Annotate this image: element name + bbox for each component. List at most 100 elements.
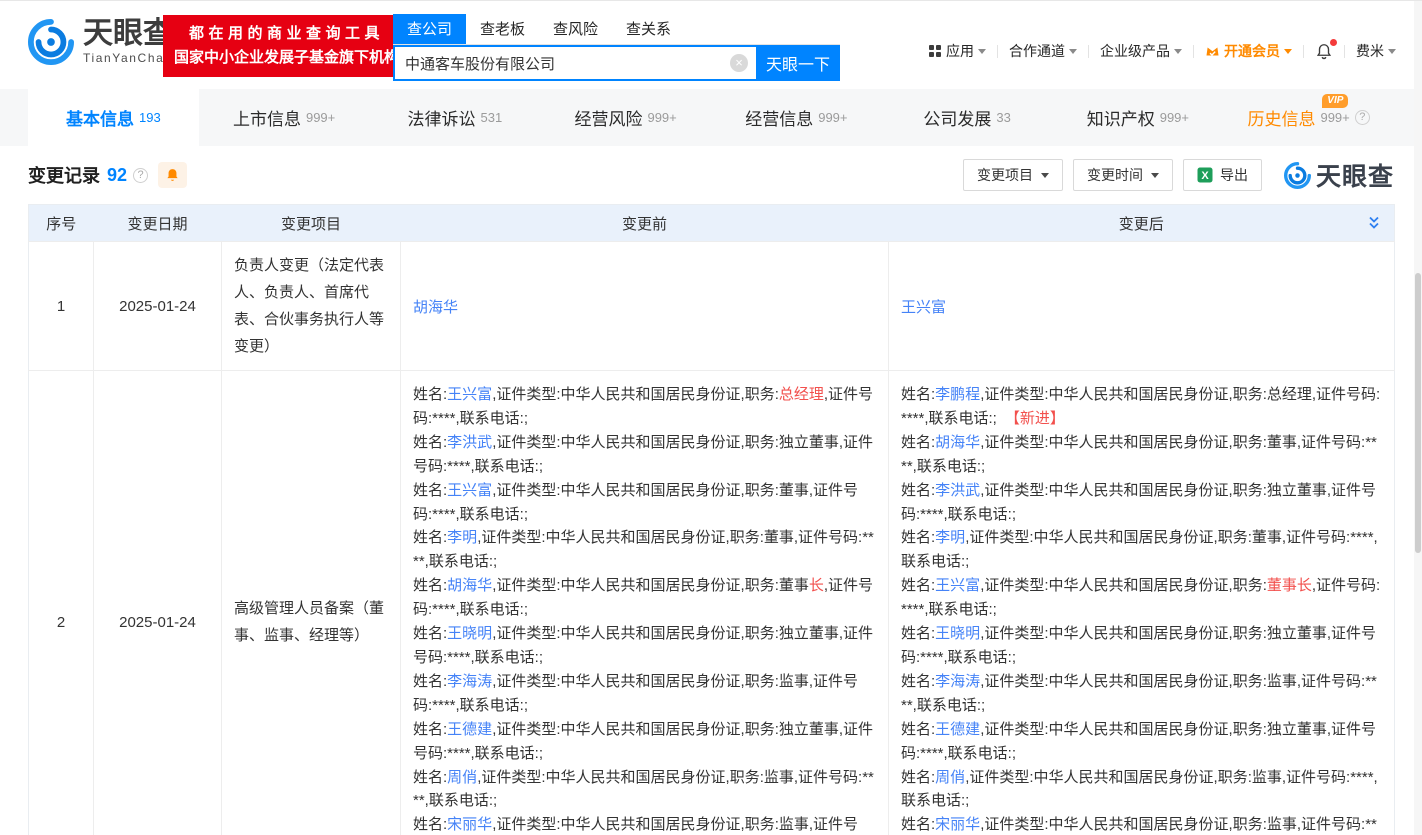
table-row: 2 2025-01-24 高级管理人员备案（董事、监事、经理等） 姓名:王兴富,… [29,371,1395,835]
search-tab-risk[interactable]: 查风险 [539,14,612,44]
person-name-label: 姓名: [901,386,935,403]
person-entry: 姓名:宋丽华,证件类型:中华人民共和国居民身份证,职务:监事,证件号码:****… [413,813,876,835]
nav-tab-company-development[interactable]: 公司发展 33 [882,89,1053,146]
bell-icon [165,167,180,183]
person-cert-text: ,证件类型:中华人民共和国居民身份证,职务: [980,577,1267,594]
clear-icon[interactable]: × [730,54,748,72]
person-name-link[interactable]: 李鹏程 [935,386,980,403]
person-name-link[interactable]: 宋丽华 [447,816,492,833]
nav-tab-operating-info[interactable]: 经营信息999+ [711,89,882,146]
nav-tab-count: 531 [481,110,503,125]
person-role: 董事 [1252,529,1282,546]
nav-tab-operating-risk[interactable]: 经营风险999+ [540,89,711,146]
help-icon[interactable]: ? [133,168,148,183]
section-count: 92 [107,165,127,186]
column-header-after-label: 变更后 [1119,216,1164,233]
person-role: 独立董事 [1267,721,1327,738]
person-entry: 姓名:王兴富,证件类型:中华人民共和国居民身份证,职务:董事长,证件号码:***… [901,574,1382,622]
person-role: 董事 [1267,434,1297,451]
person-role: 董事 [779,577,809,594]
person-name-link[interactable]: 李海涛 [935,673,980,690]
menu-item-vip[interactable]: 开通会员 [1205,41,1292,61]
person-name-link[interactable]: 王兴富 [935,577,980,594]
column-header-after: 变更后 [889,205,1395,242]
menu-enterprise-label: 企业级产品 [1100,41,1170,61]
menu-item-enterprise[interactable]: 企业级产品 [1100,41,1182,61]
person-cert-text: ,证件类型:中华人民共和国居民身份证,职务: [492,577,779,594]
person-role: 监事 [1267,673,1297,690]
person-name-link[interactable]: 王德建 [447,721,492,738]
person-name-label: 姓名: [901,816,935,833]
subscribe-bell-button[interactable] [158,162,187,188]
person-name-link[interactable]: 李洪武 [935,482,980,499]
filter-change-project-dropdown[interactable]: 变更项目 [963,159,1063,191]
person-name-link[interactable]: 李洪武 [447,434,492,451]
person-name-link[interactable]: 李明 [447,529,477,546]
nav-tab-basic-info[interactable]: 基本信息193 [28,89,199,146]
person-name-link[interactable]: 宋丽华 [935,816,980,833]
nav-tab-label: 公司发展 [923,105,991,130]
search-button[interactable]: 天眼一下 [756,45,840,81]
tianyancha-logo-icon [28,19,74,65]
nav-tab-history-info[interactable]: 历史信息999+?VIP [1223,89,1394,146]
search-tab-boss[interactable]: 查老板 [466,14,539,44]
apps-grid-icon [929,45,941,57]
person-name-link[interactable]: 王兴富 [447,482,492,499]
person-name-link[interactable]: 胡海华 [447,577,492,594]
person-name-link[interactable]: 李海涛 [447,673,492,690]
chevron-down-icon [1388,49,1396,54]
filter-change-time-dropdown[interactable]: 变更时间 [1073,159,1173,191]
change-after-cell: 姓名:李鹏程,证件类型:中华人民共和国居民身份证,职务:总经理,证件号码:***… [889,371,1395,835]
person-name-label: 姓名: [901,577,935,594]
user-account-menu[interactable]: 费米 [1356,41,1396,61]
change-before-cell: 姓名:王兴富,证件类型:中华人民共和国居民身份证,职务:总经理,证件号码:***… [401,371,889,835]
notification-bell-button[interactable] [1315,42,1333,61]
person-name-link[interactable]: 王德建 [935,721,980,738]
help-icon[interactable]: ? [1355,110,1370,125]
promo-banner-line1: 都在用的商业查询工具 [174,22,399,46]
menu-item-apps[interactable]: 应用 [929,41,986,61]
person-entry: 姓名:胡海华,证件类型:中华人民共和国居民身份证,职务:董事长,证件号码:***… [413,574,876,622]
change-project: 负责人变更（法定代表人、负责人、首席代表、合伙事务执行人等变更） [222,242,401,371]
menu-item-cooperation[interactable]: 合作通道 [1009,41,1077,61]
person-name-link[interactable]: 王兴富 [447,386,492,403]
chevron-down-icon [978,49,986,54]
nav-tab-count: 33 [996,110,1010,125]
scrollbar-thumb[interactable] [1415,273,1421,553]
person-name-link[interactable]: 胡海华 [413,299,458,316]
nav-tab-listing-info[interactable]: 上市信息999+ [199,89,370,146]
vertical-scrollbar[interactable] [1414,1,1422,835]
section-title: 变更记录 [28,162,100,188]
person-name-link[interactable]: 王晓明 [447,625,492,642]
tianyancha-logo-icon [1284,162,1311,189]
export-button[interactable]: X 导出 [1183,159,1262,191]
nav-tab-legal-litigation[interactable]: 法律诉讼 531 [370,89,541,146]
person-name-link[interactable]: 李明 [935,529,965,546]
filter-project-label: 变更项目 [977,165,1033,185]
search-tab-relation[interactable]: 查关系 [612,14,685,44]
search-tab-company[interactable]: 查公司 [393,14,466,44]
chevron-down-icon [1151,173,1159,178]
menu-cooperation-label: 合作通道 [1009,41,1065,61]
person-name-link[interactable]: 胡海华 [935,434,980,451]
menu-divider [997,45,998,58]
person-name-label: 姓名: [413,721,447,738]
search-input[interactable] [395,55,756,72]
person-name-link[interactable]: 王兴富 [901,299,946,316]
person-cert-text: ,证件类型:中华人民共和国居民身份证,职务: [980,721,1267,738]
person-name-link[interactable]: 周俏 [447,769,477,786]
user-menu: 应用 合作通道 企业级产品 开通会员 [929,41,1396,61]
menu-divider [1088,45,1089,58]
nav-tab-label: 法律诉讼 [408,105,476,130]
table-row: 1 2025-01-24 负责人变更（法定代表人、负责人、首席代表、合伙事务执行… [29,242,1395,371]
person-entry: 姓名:王晓明,证件类型:中华人民共和国居民身份证,职务:独立董事,证件号码:**… [901,622,1382,670]
person-cert-text: ,证件类型:中华人民共和国居民身份证,职务: [492,386,779,403]
nav-tab-count: 999+ [1160,110,1189,125]
nav-tab-intellectual-property[interactable]: 知识产权999+ [1053,89,1224,146]
person-name-link[interactable]: 王晓明 [935,625,980,642]
person-role: 独立董事 [779,721,839,738]
person-cert-text: ,证件类型:中华人民共和国居民身份证,职务: [492,673,779,690]
person-name-link[interactable]: 周俏 [935,769,965,786]
filter-time-label: 变更时间 [1087,165,1143,185]
collapse-chevrons-icon[interactable] [1366,215,1382,235]
